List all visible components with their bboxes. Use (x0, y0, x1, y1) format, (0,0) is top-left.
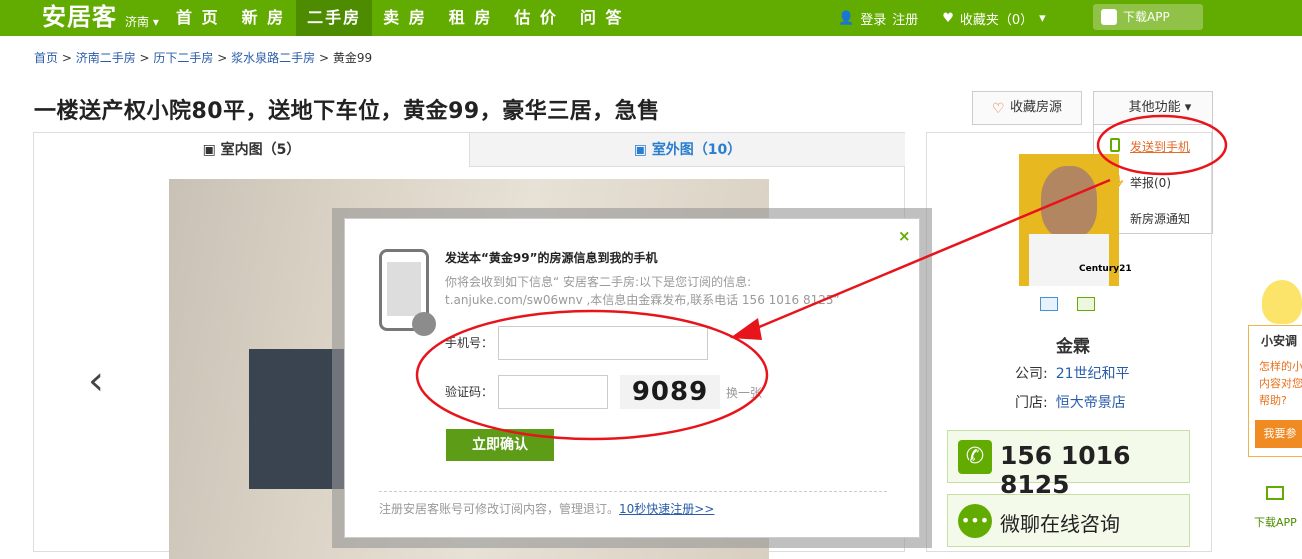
company-link[interactable]: 21世纪和平 (1056, 366, 1130, 382)
download-app-button[interactable]: 下载APP (1093, 4, 1203, 30)
xiaoan-join-button[interactable]: 我要参 (1255, 420, 1302, 448)
id-card-icon[interactable] (1040, 297, 1058, 311)
phone-number-label: 手机号： (445, 336, 494, 350)
back-arrow-icon (412, 312, 436, 336)
nav-home[interactable]: 首 页 (165, 0, 231, 36)
register-link[interactable]: 注册 (892, 9, 918, 28)
tab-outdoor-photos[interactable]: ▣ 室外图（10） (469, 133, 905, 167)
change-captcha-link[interactable]: 换一张 (726, 384, 762, 401)
dialog-divider (379, 491, 887, 492)
wechat-chat-box[interactable]: ••• 微聊在线咨询 (947, 494, 1190, 547)
agent-shirt (1029, 234, 1109, 286)
chevron-down-icon[interactable]: ▾ (1039, 11, 1046, 26)
more-functions-label: 其他功能 ▾ (1128, 100, 1192, 115)
nav-new-homes[interactable]: 新 房 (231, 0, 297, 36)
heart-icon: ♥ (942, 10, 954, 26)
nav-sell[interactable]: 卖 房 (372, 0, 438, 36)
mobile-screen (387, 262, 421, 316)
confirm-button[interactable]: 立即确认 (446, 429, 554, 461)
breadcrumb-district[interactable]: 历下二手房 (153, 51, 213, 65)
footer-text: 注册安居客账号可修改订阅内容，管理退订。 (379, 502, 620, 516)
top-nav-bar: 安居客 济南 ▾ 首 页 新 房 二手房 卖 房 租 房 估 价 问 答 👤 登… (0, 0, 1302, 36)
agent-photo: Century21 (1019, 154, 1132, 286)
main-nav: 首 页 新 房 二手房 卖 房 租 房 估 价 问 答 (165, 0, 634, 36)
agent-phone-box[interactable]: ✆ 156 1016 8125 (947, 430, 1190, 499)
quick-register-link[interactable]: 10秒快速注册>> (619, 502, 714, 516)
breadcrumb-home[interactable]: 首页 (34, 51, 58, 65)
nav-qa[interactable]: 问 答 (569, 0, 635, 36)
breadcrumb-city[interactable]: 济南二手房 (76, 51, 136, 65)
xiaoan-text: 怎样的小 内容对您 帮助? (1259, 360, 1302, 407)
nav-valuation[interactable]: 估 价 (503, 0, 569, 36)
breadcrumb-current: 黄金99 (332, 51, 373, 65)
century21-logo: Century21 (1079, 264, 1132, 274)
breadcrumb: 首页 > 济南二手房 > 历下二手房 > 浆水泉路二手房 > 黄金99 (34, 51, 373, 65)
more-functions-button[interactable]: 其他功能 ▾ (1093, 91, 1213, 125)
agent-name: 金霖 (1056, 337, 1090, 357)
city-selector[interactable]: 济南 ▾ (125, 13, 159, 30)
chat-bubble-icon: ••• (958, 504, 992, 538)
store-label: 门店: (1015, 395, 1048, 411)
agent-phone-number: 156 1016 8125 (1000, 441, 1131, 499)
login-link[interactable]: 登录 (860, 9, 886, 28)
dialog-footer: 注册安居客账号可修改订阅内容，管理退订。10秒快速注册>> (379, 500, 714, 517)
side-download-app[interactable]: 下载APP (1254, 514, 1297, 530)
user-area: 👤 登录 注册 ♥ 收藏夹（0） ▾ (838, 0, 1052, 36)
mascot-icon (1262, 280, 1302, 324)
image-icon: ▣ (202, 142, 216, 158)
nav-second-hand[interactable]: 二手房 (296, 0, 373, 36)
qr-code-icon[interactable] (1266, 486, 1284, 500)
favorite-listing-button[interactable]: ♡ 收藏房源 (972, 91, 1082, 125)
breadcrumb-area[interactable]: 浆水泉路二手房 (231, 51, 315, 65)
agent-store: 门店: 恒大帝景店 (1015, 392, 1126, 412)
image-icon: ▣ (633, 142, 647, 158)
store-link[interactable]: 恒大帝景店 (1056, 395, 1126, 411)
agent-face (1041, 166, 1097, 238)
phone-icon: ✆ (958, 440, 992, 474)
nav-rent[interactable]: 租 房 (438, 0, 504, 36)
tab-outdoor-label: 室外图（10） (651, 142, 742, 158)
captcha-label: 验证码： (445, 385, 494, 399)
user-icon: 👤 (838, 10, 855, 26)
site-logo[interactable]: 安居客 (42, 3, 117, 31)
android-icon (1101, 9, 1117, 25)
company-label: 公司: (1015, 366, 1048, 382)
phone-number-input[interactable] (498, 326, 708, 360)
download-app-label: 下载APP (1123, 10, 1170, 24)
xiaoan-title: 小安调 (1261, 334, 1298, 348)
dialog-title: 发送本“黄金99”的房源信息到我的手机 (445, 251, 658, 265)
agent-company: 公司: 21世纪和平 (1015, 363, 1130, 383)
xiaoan-survey-widget: 小安调 怎样的小 内容对您 帮助? 我要参 (1248, 325, 1302, 457)
mobile-phone-icon (379, 249, 436, 336)
tab-indoor-photos[interactable]: ▣ 室内图（5） (34, 133, 469, 167)
captcha-input[interactable] (498, 375, 608, 409)
prev-photo-arrow[interactable]: ‹ (88, 358, 104, 404)
favorite-listing-label: 收藏房源 (1009, 100, 1062, 115)
license-icon[interactable] (1077, 297, 1095, 311)
page-title: 一楼送产权小院80平，送地下车位，黄金99，豪华三居，急售 (34, 99, 660, 124)
dialog-description: 你将会收到如下信息“ 安居客二手房:以下是您订阅的信息: t.anjuke.co… (445, 275, 840, 307)
captcha-image[interactable]: 9089 (620, 375, 720, 409)
favorites-link[interactable]: 收藏夹（0） (960, 9, 1033, 28)
close-icon[interactable]: × (898, 227, 911, 245)
heart-outline-icon: ♡ (992, 101, 1005, 117)
chat-label: 微聊在线咨询 (1000, 512, 1120, 536)
tab-indoor-label: 室内图（5） (220, 142, 301, 158)
